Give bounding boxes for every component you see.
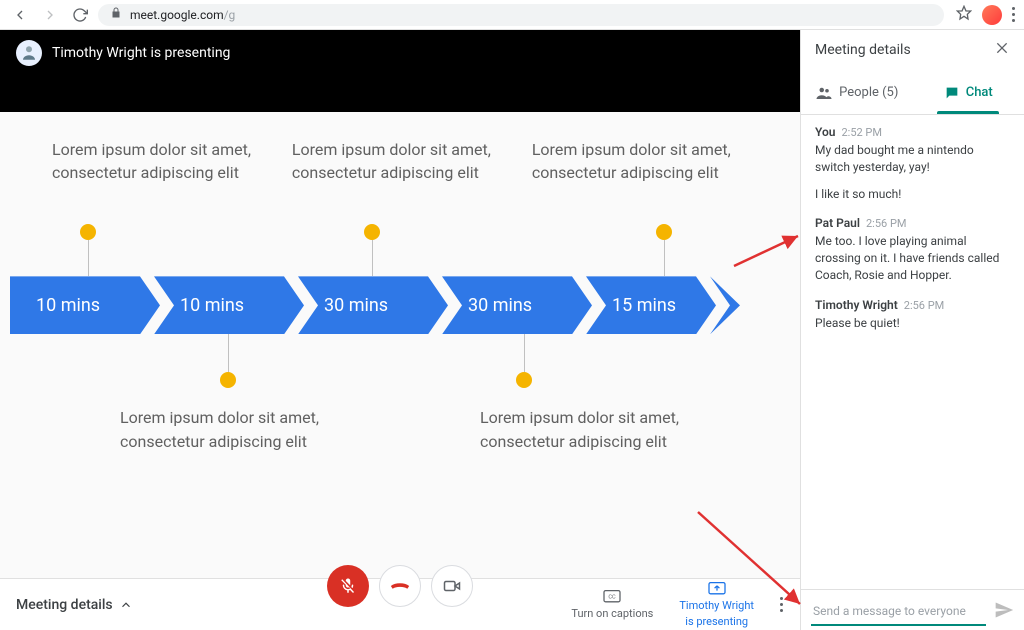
timeline-dot [656,224,672,240]
presenter-avatar [16,40,42,66]
message-sender: Pat Paul [815,216,860,230]
people-icon [815,84,833,102]
captions-label: Turn on captions [571,607,653,620]
timeline-dot [364,224,380,240]
address-bar[interactable]: meet.google.com /g [98,4,944,26]
captions-button[interactable]: CC Turn on captions [571,589,653,620]
message-time: 2:52 PM [841,126,881,139]
meeting-stage: Timothy Wright is presenting Lorem ipsum… [0,30,800,630]
chat-message: Timothy Wright 2:56 PM Please be quiet! [815,298,1010,332]
chat-compose [801,589,1024,630]
mic-off-icon [339,577,357,595]
slide-text-4: Lorem ipsum dolor sit amet, consectetur … [120,406,320,452]
timeline-segment: 10 mins [154,276,304,334]
timeline-dot [516,372,532,388]
presenting-sub: is presenting [685,615,748,628]
hangup-icon [389,575,411,597]
reload-button[interactable] [68,3,92,27]
presented-slide: Lorem ipsum dolor sit amet, consectetur … [0,112,800,578]
presenting-name: Timothy Wright [679,599,754,612]
side-panel: Meeting details People (5) Chat You 2:52 … [800,30,1024,630]
timeline-segment: 10 mins [10,276,160,334]
chevron-up-icon [119,598,133,612]
meeting-details-toggle[interactable]: Meeting details [16,597,133,613]
forward-button[interactable] [38,3,62,27]
chat-message: You 2:52 PM My dad bought me a nintendo s… [815,125,1010,202]
message-body: My dad bought me a nintendo switch yeste… [815,142,1010,176]
message-sender: You [815,125,835,139]
presentation-header: Timothy Wright is presenting [0,30,800,112]
close-panel-button[interactable] [994,40,1010,60]
send-button[interactable] [994,600,1014,624]
chat-icon [944,85,960,101]
mute-button[interactable] [327,565,369,607]
controls-bar: Meeting details CC Turn on captions [0,578,800,630]
camera-icon [443,577,461,595]
tab-chat-label: Chat [966,85,993,100]
timeline-segment: 15 mins [586,276,716,334]
chat-input[interactable] [811,598,986,626]
timeline-segment: 30 mins [442,276,592,334]
tab-people-label: People (5) [839,85,898,100]
slide-text-3: Lorem ipsum dolor sit amet, consectetur … [532,138,732,184]
browser-menu-icon[interactable] [1012,7,1016,22]
camera-button[interactable] [431,565,473,607]
hangup-button[interactable] [379,565,421,607]
url-host: meet.google.com [130,8,224,22]
message-sender: Timothy Wright [815,298,898,312]
presenting-indicator[interactable]: Timothy Wright is presenting [679,581,754,627]
chat-messages: You 2:52 PM My dad bought me a nintendo s… [801,115,1024,589]
presenting-status: Timothy Wright is presenting [52,45,230,61]
tab-chat[interactable]: Chat [913,71,1024,114]
bookmark-star-icon[interactable] [956,5,972,25]
browser-chrome: meet.google.com /g [0,0,1024,30]
back-button[interactable] [8,3,32,27]
slide-text-5: Lorem ipsum dolor sit amet, consectetur … [480,406,680,452]
chat-message: Pat Paul 2:56 PM Me too. I love playing a… [815,216,1010,283]
lock-icon [110,7,130,22]
panel-title: Meeting details [815,42,911,58]
slide-timeline: 10 mins 10 mins 30 mins 30 mins 15 mins [0,196,800,386]
meeting-details-label: Meeting details [16,597,113,613]
message-time: 2:56 PM [866,217,906,230]
slide-text-2: Lorem ipsum dolor sit amet, consectetur … [292,138,492,184]
profile-avatar[interactable] [982,5,1002,25]
message-time: 2:56 PM [904,299,944,312]
present-screen-icon [707,581,727,597]
message-body: I like it so much! [815,186,1010,203]
timeline-segment: 30 mins [298,276,448,334]
svg-text:CC: CC [609,595,617,601]
send-icon [994,600,1014,620]
message-body: Me too. I love playing animal crossing o… [815,233,1010,283]
more-options-button[interactable] [780,597,784,612]
timeline-dot [80,224,96,240]
captions-icon: CC [602,589,622,605]
url-path: /g [224,8,236,22]
slide-text-1: Lorem ipsum dolor sit amet, consectetur … [52,138,252,184]
close-icon [994,40,1010,56]
message-body: Please be quiet! [815,315,1010,332]
tab-people[interactable]: People (5) [801,71,913,114]
timeline-dot [220,372,236,388]
